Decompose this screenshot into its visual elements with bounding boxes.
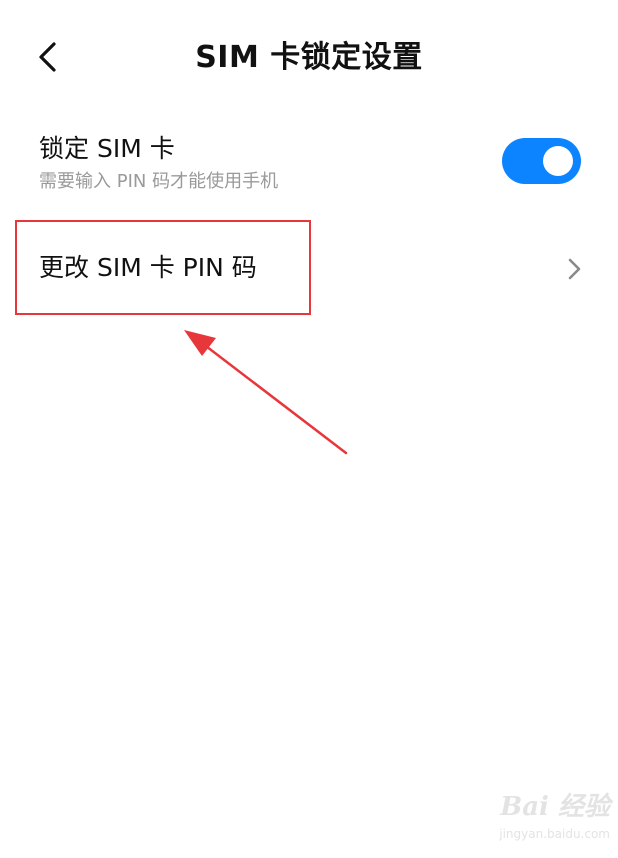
annotation-arrow (184, 330, 348, 455)
lock-sim-title: 锁定 SIM 卡 (39, 134, 175, 163)
change-pin-title: 更改 SIM 卡 PIN 码 (39, 253, 257, 282)
toggle-knob (543, 146, 573, 176)
chevron-right-icon (568, 258, 581, 280)
watermark-logo: Bai 经验 (500, 792, 610, 822)
header-bar: SIM 卡锁定设置 (0, 0, 618, 116)
change-pin-row[interactable]: 更改 SIM 卡 PIN 码 (0, 222, 618, 316)
watermark: Bai 经验 jingyan.baidu.com (470, 790, 610, 852)
lock-sim-toggle[interactable] (502, 138, 581, 184)
lock-sim-subtitle: 需要输入 PIN 码才能使用手机 (39, 171, 279, 192)
lock-sim-row[interactable]: 锁定 SIM 卡 需要输入 PIN 码才能使用手机 (0, 120, 618, 210)
watermark-url: jingyan.baidu.com (499, 827, 610, 841)
page-title: SIM 卡锁定设置 (195, 40, 423, 75)
